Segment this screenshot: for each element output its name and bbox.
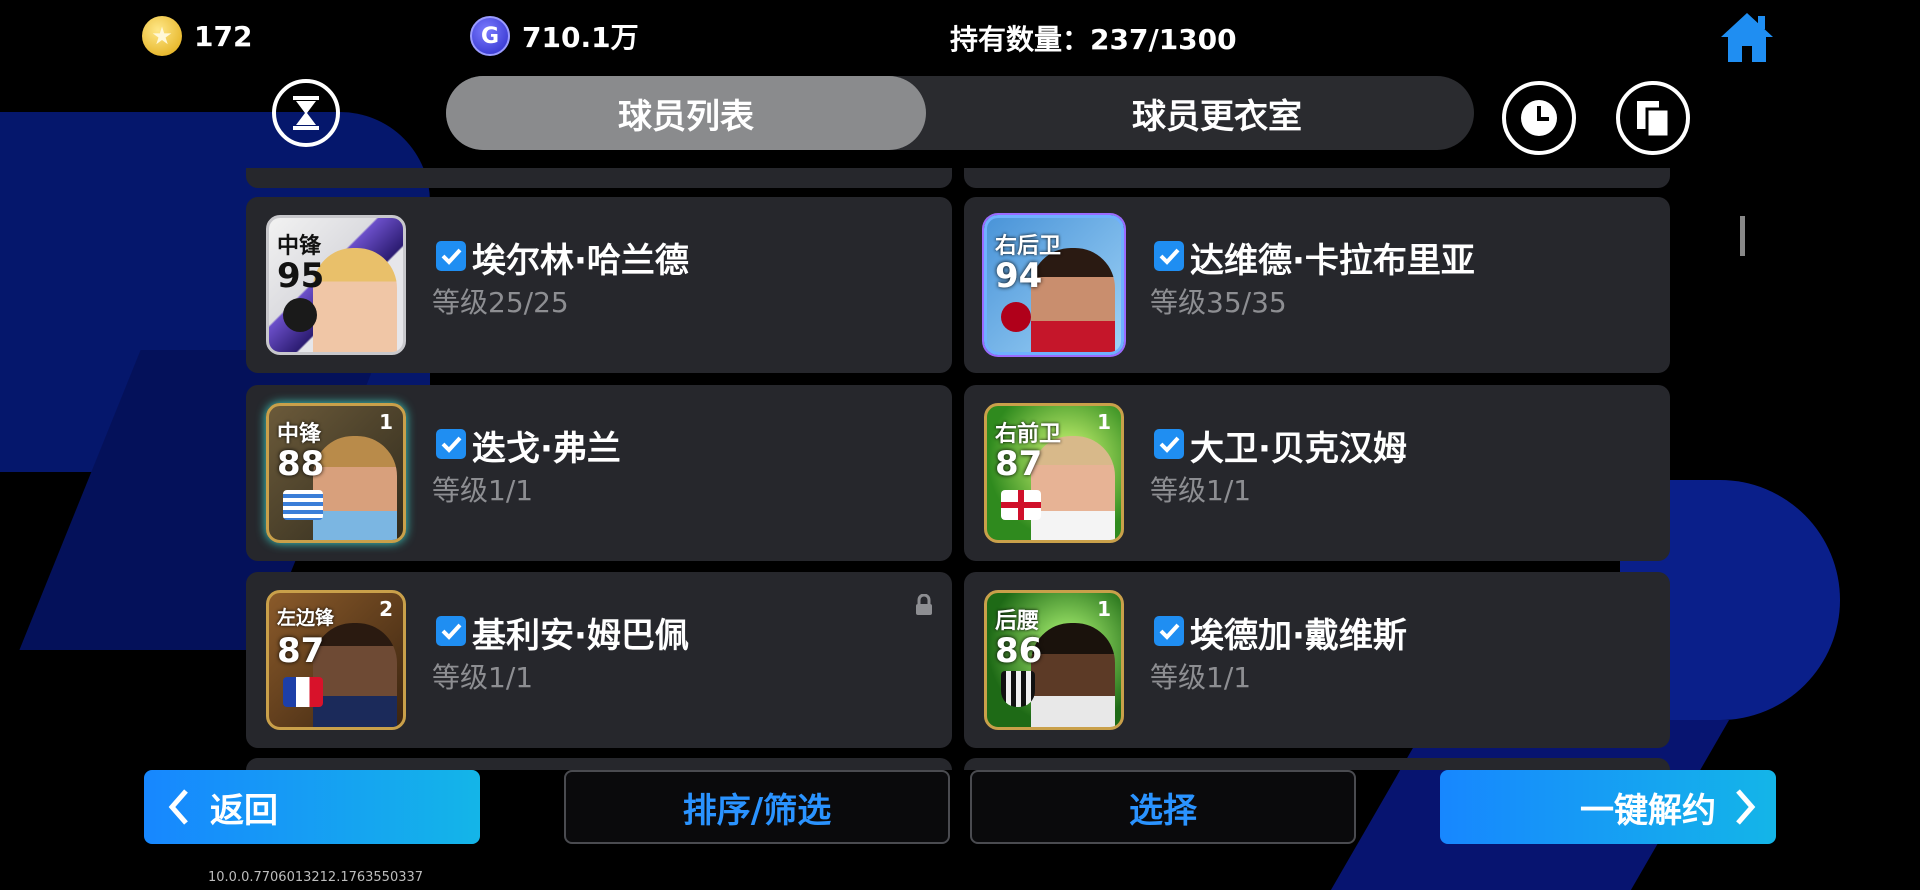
player-thumbnail: 左边锋 87 2 (266, 590, 406, 730)
history-button[interactable] (1502, 81, 1576, 155)
list-item (246, 168, 952, 188)
tab-locker-room[interactable]: 球员更衣室 (960, 76, 1474, 150)
home-button[interactable] (1718, 10, 1776, 66)
club-badge-icon (1001, 671, 1035, 707)
back-button[interactable]: 返回 (144, 770, 480, 844)
copy-icon (1637, 101, 1671, 137)
player-name: 大卫·贝克汉姆 (1190, 429, 1407, 469)
flag-icon (283, 490, 323, 520)
player-card[interactable]: 右前卫 87 1 大卫·贝克汉姆 等级1/1 (964, 385, 1670, 561)
check-icon (441, 248, 462, 265)
holding-count: 持有数量：237/1300 (950, 23, 1237, 56)
player-level: 等级25/25 (432, 286, 569, 319)
club-badge-icon (283, 298, 317, 332)
player-name: 迭戈·弗兰 (472, 429, 621, 469)
clock-icon (1521, 100, 1557, 136)
player-portrait (1031, 436, 1115, 540)
checkbox-checked[interactable] (1154, 429, 1184, 459)
gp-count: 710.1万 (522, 21, 639, 54)
gp-balance: G 710.1万 (470, 16, 639, 56)
check-icon (1159, 436, 1180, 453)
lock-icon (916, 594, 932, 615)
player-level: 等级1/1 (432, 661, 534, 694)
player-name: 埃德加·戴维斯 (1190, 616, 1407, 656)
check-icon (441, 623, 462, 640)
home-icon (1721, 13, 1773, 62)
player-card[interactable]: 左边锋 87 2 基利安·姆巴佩 等级1/1 (246, 572, 952, 748)
flag-icon (283, 677, 323, 707)
player-thumbnail: 中锋 95 (266, 215, 406, 355)
player-portrait (1031, 248, 1115, 352)
check-icon (1159, 248, 1180, 265)
checkbox-checked[interactable] (436, 241, 466, 271)
player-thumbnail: 中锋 88 1 (266, 403, 406, 543)
hourglass-button[interactable] (272, 79, 340, 147)
check-icon (1159, 623, 1180, 640)
club-badge-icon (1001, 302, 1031, 332)
player-portrait (1031, 623, 1115, 727)
player-card[interactable]: 右后卫 94 达维德·卡拉布里亚 等级35/35 (964, 197, 1670, 373)
hourglass-icon (293, 96, 319, 130)
list-item (964, 168, 1670, 188)
select-button[interactable]: 选择 (970, 770, 1356, 844)
player-card[interactable]: 中锋 95 埃尔林·哈兰德 等级25/25 (246, 197, 952, 373)
checkbox-checked[interactable] (1154, 616, 1184, 646)
player-thumbnail: 右前卫 87 1 (984, 403, 1124, 543)
chevron-right-icon (1736, 789, 1756, 825)
gp-icon: G (470, 16, 510, 56)
scrollbar[interactable] (1740, 216, 1745, 256)
player-level: 等级35/35 (1150, 286, 1287, 319)
check-icon (441, 436, 462, 453)
version-text: 10.0.0.7706013212.1763550337 (208, 870, 424, 885)
player-thumbnail: 后腰 86 1 (984, 590, 1124, 730)
player-level: 等级1/1 (1150, 661, 1252, 694)
list-item (246, 758, 952, 770)
player-portrait (313, 436, 397, 540)
coin-balance: ★ 172 (142, 16, 252, 56)
player-thumbnail: 右后卫 94 (984, 215, 1124, 355)
player-portrait (313, 623, 397, 727)
copy-button[interactable] (1616, 81, 1690, 155)
player-card[interactable]: 中锋 88 1 迭戈·弗兰 等级1/1 (246, 385, 952, 561)
release-all-button[interactable]: 一键解约 (1440, 770, 1776, 844)
player-name: 埃尔林·哈兰德 (472, 241, 689, 281)
player-name: 达维德·卡拉布里亚 (1190, 241, 1475, 281)
checkbox-checked[interactable] (436, 616, 466, 646)
player-level: 等级1/1 (1150, 474, 1252, 507)
list-item (964, 758, 1670, 770)
checkbox-checked[interactable] (1154, 241, 1184, 271)
player-portrait (313, 248, 397, 352)
sort-filter-button[interactable]: 排序/筛选 (564, 770, 950, 844)
coin-count: 172 (194, 19, 253, 53)
player-card[interactable]: 后腰 86 1 埃德加·戴维斯 等级1/1 (964, 572, 1670, 748)
flag-icon (1001, 490, 1041, 520)
tab-player-list[interactable]: 球员列表 (446, 76, 926, 150)
tab-bar: 球员列表 球员更衣室 (446, 76, 1474, 150)
checkbox-checked[interactable] (436, 429, 466, 459)
player-level: 等级1/1 (432, 474, 534, 507)
coin-icon: ★ (142, 16, 182, 56)
chevron-left-icon (168, 789, 188, 825)
player-name: 基利安·姆巴佩 (472, 616, 689, 656)
